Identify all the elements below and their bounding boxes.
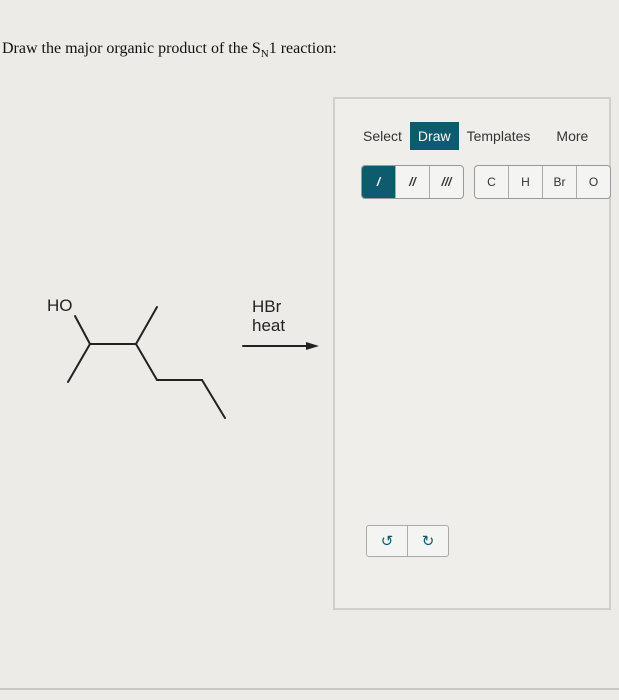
bond-tools: / // /// <box>361 165 464 199</box>
undo-icon[interactable]: ↺ <box>367 526 408 556</box>
double-bond-button[interactable]: // <box>396 166 430 198</box>
editor-tabs: Select Draw Templates More <box>355 122 596 150</box>
bond <box>74 315 91 345</box>
reagent-heat: heat <box>252 316 286 335</box>
history-controls: ↺ ↻ <box>366 525 449 557</box>
atom-tools: C H Br O <box>474 165 611 199</box>
arrow-head <box>306 342 319 350</box>
hydroxyl-label: HO <box>47 296 73 315</box>
bond <box>67 343 91 383</box>
atom-o-button[interactable]: O <box>577 166 610 198</box>
atom-br-button[interactable]: Br <box>543 166 577 198</box>
tab-templates[interactable]: Templates <box>459 122 539 150</box>
tab-more[interactable]: More <box>548 122 596 150</box>
atom-h-button[interactable]: H <box>509 166 543 198</box>
tab-select[interactable]: Select <box>355 122 410 150</box>
bond <box>201 379 226 419</box>
bond <box>135 306 158 345</box>
atom-c-button[interactable]: C <box>475 166 509 198</box>
divider <box>0 688 619 690</box>
bond <box>135 343 158 381</box>
tab-draw[interactable]: Draw <box>409 122 459 150</box>
triple-bond-button[interactable]: /// <box>430 166 463 198</box>
redo-icon[interactable]: ↻ <box>408 526 448 556</box>
single-bond-button[interactable]: / <box>362 166 396 198</box>
reagent-hbr: HBr <box>252 297 282 316</box>
